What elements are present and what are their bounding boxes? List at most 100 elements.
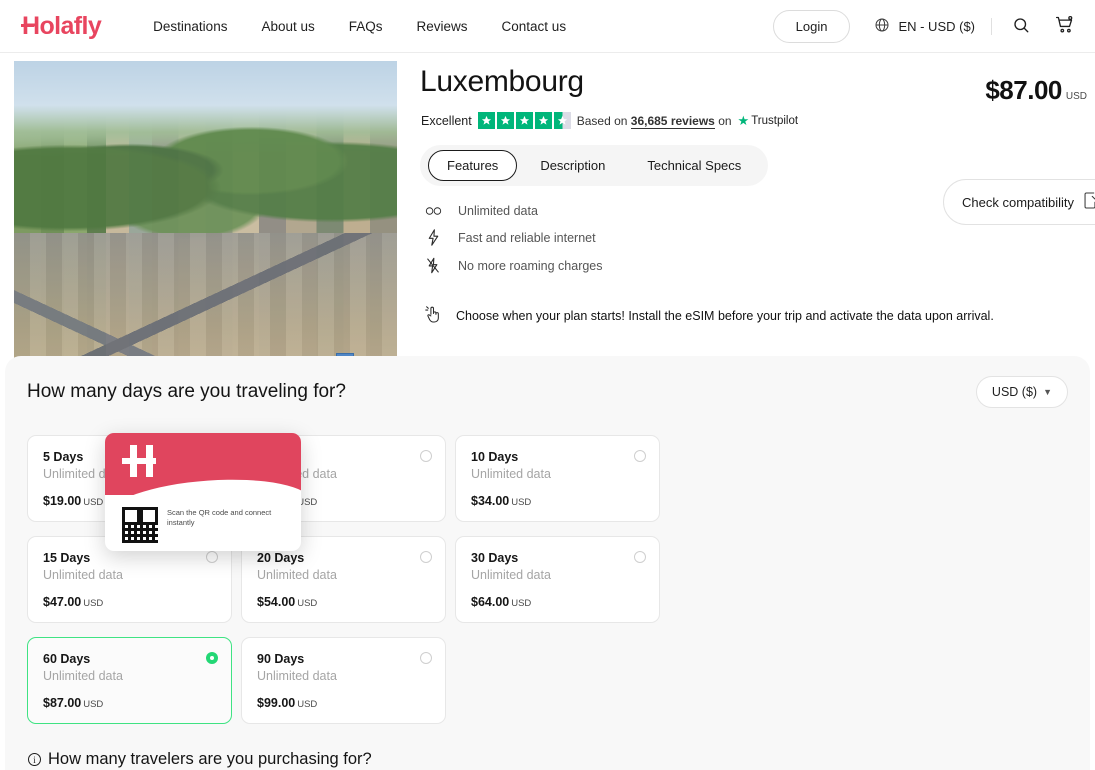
plan-price: $87.00 USD	[43, 696, 216, 710]
currency-selector[interactable]: USD ($) ▼	[975, 376, 1068, 408]
plan-radio-selected[interactable]	[206, 652, 218, 664]
plan-radio[interactable]	[634, 551, 646, 563]
esim-card-caption: Scan the QR code and connect instantly	[167, 508, 272, 528]
plan-price: $99.00 USD	[257, 696, 430, 710]
qr-code-icon	[122, 507, 158, 543]
plan-price: $47.00 USD	[43, 595, 216, 609]
globe-icon	[874, 17, 890, 36]
plan-radio[interactable]	[420, 652, 432, 664]
plan-selection-panel: How many days are you traveling for? USD…	[5, 356, 1090, 770]
login-button[interactable]: Login	[772, 9, 851, 43]
infinity-icon	[424, 205, 442, 217]
feature-item-no-roaming: No more roaming charges	[424, 257, 1095, 274]
chevron-down-icon: ▼	[1043, 387, 1052, 397]
price-currency: USD	[1065, 91, 1087, 102]
plan-start-note-text: Choose when your plan starts! Install th…	[456, 309, 994, 323]
product-tabs: Features Description Technical Specs	[420, 145, 769, 186]
plan-data-allowance: Unlimited data	[257, 669, 337, 683]
plan-card-90-days[interactable]: 90 Days Unlimited data $99.00 USD	[241, 637, 446, 724]
site-header: Holafly Destinations About us FAQs Revie…	[0, 0, 1095, 53]
plan-price-currency: USD	[83, 497, 104, 508]
travelers-question-row: i How many travelers are you purchasing …	[27, 750, 1068, 769]
nav-item-destinations[interactable]: Destinations	[153, 19, 227, 34]
plan-radio[interactable]	[420, 450, 432, 462]
plan-price: $34.00 USD	[471, 494, 644, 508]
plan-duration: 10 Days	[471, 450, 519, 464]
main-nav: Destinations About us FAQs Reviews Conta…	[153, 19, 566, 34]
reviews-count[interactable]: 36,685 reviews	[630, 113, 715, 129]
plan-price-amount: $34.00	[471, 494, 510, 508]
plan-price-currency: USD	[83, 598, 104, 609]
plan-radio[interactable]	[420, 551, 432, 563]
rating-stars	[477, 112, 571, 129]
tab-features[interactable]: Features	[428, 150, 518, 181]
nav-item-reviews[interactable]: Reviews	[417, 19, 468, 34]
nav-item-about-us[interactable]: About us	[261, 19, 314, 34]
rating-label: Excellent	[421, 113, 472, 128]
cart-icon	[1054, 14, 1075, 38]
feature-label: Unlimited data	[458, 204, 538, 218]
plan-price-currency: USD	[83, 699, 104, 710]
plan-panel-title: How many days are you traveling for?	[27, 381, 346, 402]
feature-item-fast-internet: Fast and reliable internet	[424, 229, 1095, 246]
plan-price-amount: $64.00	[471, 595, 510, 609]
nav-item-contact-us[interactable]: Contact us	[502, 19, 567, 34]
plan-duration: 60 Days	[43, 652, 91, 666]
currency-selector-value: USD ($)	[991, 385, 1038, 399]
plan-panel-header: How many days are you traveling for? USD…	[27, 376, 1068, 408]
header-divider	[991, 17, 992, 35]
esim-card-body: Scan the QR code and connect instantly	[105, 495, 301, 543]
info-icon[interactable]: i	[28, 753, 41, 766]
check-compatibility-button[interactable]: Check compatibility	[943, 179, 1095, 225]
plan-price-amount: $19.00	[43, 494, 82, 508]
plan-data-allowance: Unlimited data	[43, 568, 123, 582]
plan-price-amount: $54.00	[257, 595, 296, 609]
feature-label: Fast and reliable internet	[458, 230, 596, 245]
plan-price-currency: USD	[511, 497, 532, 508]
no-roaming-icon	[424, 257, 442, 274]
plan-price-amount: $99.00	[257, 696, 296, 710]
plan-data-allowance: Unlimited data	[471, 568, 551, 582]
search-button[interactable]	[1008, 12, 1034, 41]
header-actions: Login EN - USD ($)	[772, 9, 1079, 43]
tab-technical-specs[interactable]: Technical Specs	[628, 150, 760, 181]
reviews-prefix: Based on	[576, 113, 631, 128]
plan-price-amount: $47.00	[43, 595, 82, 609]
trustpilot-star-icon: ★	[737, 112, 750, 128]
plan-radio[interactable]	[634, 450, 646, 462]
plan-radio[interactable]	[206, 551, 218, 563]
holafly-h-icon	[122, 445, 156, 477]
tab-description[interactable]: Description	[521, 150, 624, 181]
trustpilot-rating: Excellent Based on 36,685 reviews on ★ T…	[417, 106, 1095, 129]
nav-item-faqs[interactable]: FAQs	[349, 19, 383, 34]
plan-duration: 20 Days	[257, 551, 305, 565]
plan-price-currency: USD	[511, 598, 532, 609]
plan-price-amount: $87.00	[43, 696, 82, 710]
plan-duration: 15 Days	[43, 551, 91, 565]
locale-selector[interactable]: EN - USD ($)	[874, 17, 975, 36]
plan-card-60-days[interactable]: 60 Days Unlimited data $87.00 USD	[27, 637, 232, 724]
star-icon	[477, 112, 495, 129]
plan-data-allowance: Unlimited data	[43, 669, 123, 683]
plan-card-30-days[interactable]: 30 Days Unlimited data $64.00 USD	[455, 536, 660, 623]
page-title: Luxembourg	[420, 65, 584, 98]
plan-duration: 90 Days	[257, 652, 305, 666]
plan-price: $54.00 USD	[257, 595, 430, 609]
page-body: Scan the QR code and connect instantly L…	[0, 53, 1095, 770]
star-icon	[534, 112, 552, 129]
feature-label: No more roaming charges	[458, 258, 603, 273]
plan-duration: 30 Days	[471, 551, 519, 565]
plan-data-allowance: Unlimited data	[257, 568, 337, 582]
esim-card-header	[105, 433, 301, 495]
holafly-logo[interactable]: Holafly	[21, 13, 102, 39]
plan-price-currency: USD	[297, 598, 318, 609]
price-amount: $87.00	[985, 75, 1062, 105]
plan-data-allowance: Unlimited data	[471, 467, 551, 481]
check-compatibility-label: Check compatibility	[962, 194, 1074, 210]
trustpilot-logo[interactable]: ★ Trustpilot	[738, 113, 799, 129]
esim-promo-card: Scan the QR code and connect instantly	[105, 433, 301, 551]
plan-card-10-days[interactable]: 10 Days Unlimited data $34.00 USD	[455, 435, 660, 522]
cart-button[interactable]	[1050, 10, 1079, 42]
star-icon	[496, 112, 514, 129]
device-check-icon	[1084, 192, 1095, 212]
